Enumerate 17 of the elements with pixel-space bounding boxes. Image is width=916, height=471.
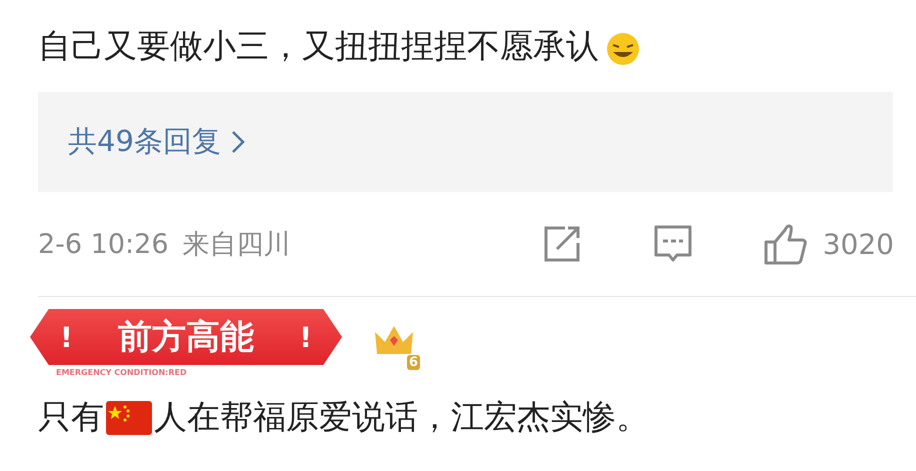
comment-text-start: 只有 [38, 396, 104, 438]
thumbs-up-icon [762, 222, 807, 266]
comment-icon [652, 224, 693, 264]
flag-icon [106, 400, 152, 434]
comment-button[interactable] [652, 224, 693, 264]
badge-subtitle: EMERGENCY CONDITION:RED [56, 368, 187, 377]
badge-mark: ! [299, 320, 312, 354]
comment-text: 自己又要做小三，又扭扭捏捏不愿承认 [38, 24, 599, 66]
like-button[interactable]: 3020 [762, 222, 894, 266]
view-replies-link[interactable]: 共49条回复 [38, 92, 893, 192]
badge-mark: ! [60, 320, 73, 354]
comment-time: 2-6 10:26 [38, 228, 168, 260]
comment-location: 来自四川 [182, 228, 290, 262]
level-number: 6 [406, 355, 420, 370]
badge-title: 前方高能 [118, 316, 254, 359]
comment-text-end: 人在帮福原爱说话，江宏杰实惨。 [154, 396, 649, 438]
chevron-right-icon [230, 130, 245, 154]
